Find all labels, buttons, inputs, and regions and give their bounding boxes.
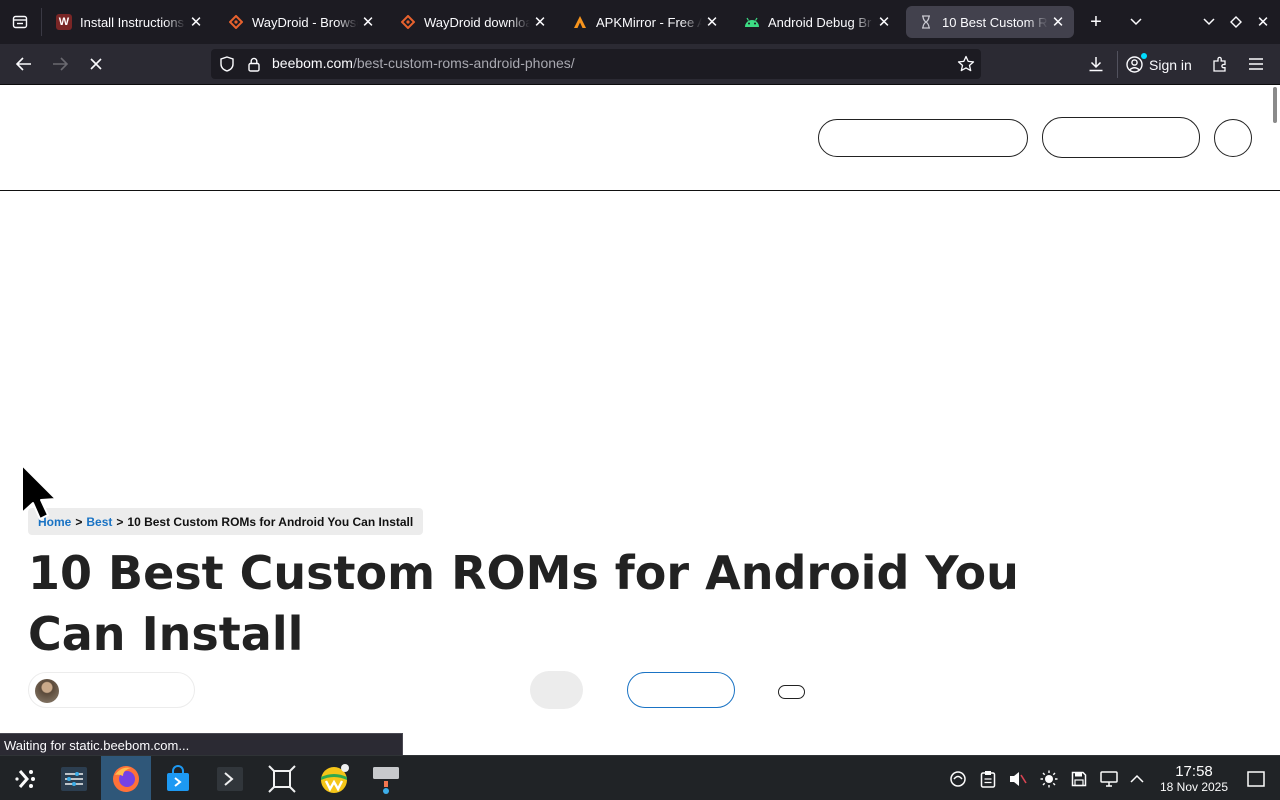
show-desktop-icon[interactable] xyxy=(1244,756,1268,800)
downloads-icon[interactable] xyxy=(1084,52,1108,76)
app-launcher-icon[interactable] xyxy=(0,756,50,800)
breadcrumb-current: 10 Best Custom ROMs for Android You Can … xyxy=(127,514,414,529)
tracking-protection-shield-icon[interactable] xyxy=(220,56,236,72)
account-icon xyxy=(1126,53,1147,73)
kde-connect-icon[interactable] xyxy=(946,756,970,800)
status-text: Waiting for static.beebom.com... xyxy=(4,737,190,753)
meta-placeholder-button[interactable] xyxy=(530,671,583,709)
display-icon[interactable] xyxy=(1097,756,1121,800)
status-panel: Waiting for static.beebom.com... xyxy=(0,733,403,756)
tab-waydroid-browse[interactable]: WayDroid - Browse ✕ xyxy=(216,6,384,38)
address-bar[interactable]: beebom.com/best-custom-roms-android-phon… xyxy=(211,49,981,79)
tab-android-debug-bridge[interactable]: Android Debug Br ✕ xyxy=(732,6,900,38)
loading-hourglass-icon xyxy=(918,14,934,30)
padlock-icon[interactable] xyxy=(248,57,262,72)
sign-in-button[interactable]: Sign in xyxy=(1117,51,1200,78)
url-text: beebom.com/best-custom-roms-android-phon… xyxy=(272,55,575,73)
clock-time: 17:58 xyxy=(1175,763,1213,780)
url-path: /best-custom-roms-android-phones/ xyxy=(352,55,575,71)
bookmark-star-icon[interactable] xyxy=(957,55,975,73)
tab-install-instructions[interactable]: W Install Instructions ✕ xyxy=(44,6,212,38)
waydroid-w-icon: W xyxy=(56,14,72,30)
close-tab-icon[interactable]: ✕ xyxy=(702,13,722,31)
taskbar: 17:58 18 Nov 2025 xyxy=(0,755,1280,800)
input-method-icon[interactable] xyxy=(361,756,411,800)
expand-tray-icon[interactable] xyxy=(1125,756,1149,800)
list-all-tabs-icon[interactable] xyxy=(1124,10,1148,34)
header-round-button[interactable] xyxy=(1214,119,1252,157)
new-tab-icon[interactable]: + xyxy=(1084,10,1108,34)
tab-apkmirror[interactable]: APKMirror - Free A ✕ xyxy=(560,6,728,38)
tab-waydroid-download[interactable]: WayDroid download ✕ xyxy=(388,6,556,38)
firefox-view-icon[interactable] xyxy=(8,10,32,34)
close-tab-icon[interactable]: ✕ xyxy=(186,13,206,31)
sign-in-label: Sign in xyxy=(1149,56,1192,73)
page-scrollbar-thumb[interactable] xyxy=(1273,87,1277,123)
tab-title: Install Instructions xyxy=(80,14,185,30)
author-chip[interactable] xyxy=(28,672,195,708)
sourcehut-diamond-icon xyxy=(228,14,244,30)
header-pill-button[interactable] xyxy=(818,119,1028,157)
follow-button[interactable] xyxy=(627,672,735,708)
page-title: 10 Best Custom ROMs for Android You Can … xyxy=(28,546,1019,661)
close-tab-icon[interactable]: ✕ xyxy=(530,13,550,31)
tab-title: 10 Best Custom R xyxy=(942,14,1048,30)
android-robot-icon xyxy=(744,14,760,30)
tab-title: Android Debug Br xyxy=(768,14,872,30)
waydroid-icon[interactable] xyxy=(309,756,359,800)
navigation-toolbar: beebom.com/best-custom-roms-android-phon… xyxy=(0,44,1280,85)
tab-title: APKMirror - Free A xyxy=(596,14,702,30)
hamburger-menu-icon[interactable] xyxy=(1244,52,1268,76)
back-arrow-icon[interactable] xyxy=(12,52,36,76)
volume-muted-icon[interactable] xyxy=(1006,756,1030,800)
clipboard-icon[interactable] xyxy=(976,756,1000,800)
discover-store-icon[interactable] xyxy=(153,756,203,800)
disk-icon[interactable] xyxy=(1067,756,1091,800)
url-host: beebom.com xyxy=(272,55,353,71)
firefox-icon[interactable] xyxy=(101,756,151,800)
breadcrumb-separator: > xyxy=(116,514,124,529)
system-settings-icon[interactable] xyxy=(49,756,99,800)
close-tab-icon[interactable]: ✕ xyxy=(1048,13,1068,31)
clock-date: 18 Nov 2025 xyxy=(1159,780,1229,794)
close-tab-icon[interactable]: ✕ xyxy=(358,13,378,31)
tab-custom-roms[interactable]: 10 Best Custom R ✕ xyxy=(906,6,1074,38)
minimize-window-icon[interactable] xyxy=(1197,10,1221,34)
web-page: Home > Best > 10 Best Custom ROMs for An… xyxy=(0,85,1280,755)
forward-arrow-icon[interactable] xyxy=(48,52,72,76)
terminal-icon[interactable] xyxy=(205,756,255,800)
tab-title: WayDroid download xyxy=(424,14,530,30)
stop-loading-icon[interactable] xyxy=(84,52,108,76)
close-tab-icon[interactable]: ✕ xyxy=(874,13,894,31)
apkmirror-a-icon xyxy=(572,14,588,30)
brightness-icon[interactable] xyxy=(1037,756,1061,800)
maximize-window-icon[interactable] xyxy=(1224,10,1248,34)
breadcrumb-category-link[interactable]: Best xyxy=(86,515,112,529)
clock[interactable]: 17:58 18 Nov 2025 xyxy=(1151,763,1237,795)
close-window-icon[interactable]: ✕ xyxy=(1251,10,1275,34)
tab-divider xyxy=(41,8,42,36)
sourcehut-diamond-icon xyxy=(400,14,416,30)
breadcrumb: Home > Best > 10 Best Custom ROMs for An… xyxy=(28,508,424,535)
screenshot-tool-icon[interactable] xyxy=(257,756,307,800)
breadcrumb-separator: > xyxy=(75,514,83,529)
extensions-puzzle-icon[interactable] xyxy=(1208,52,1232,76)
mouse-cursor-icon xyxy=(20,463,60,528)
site-header xyxy=(0,85,1280,191)
header-pill-button[interactable] xyxy=(1042,117,1200,158)
tab-bar: W Install Instructions ✕ WayDroid - Brow… xyxy=(0,0,1280,44)
share-toggle[interactable] xyxy=(778,685,805,699)
avatar xyxy=(35,679,59,703)
tab-title: WayDroid - Browse xyxy=(252,14,358,30)
